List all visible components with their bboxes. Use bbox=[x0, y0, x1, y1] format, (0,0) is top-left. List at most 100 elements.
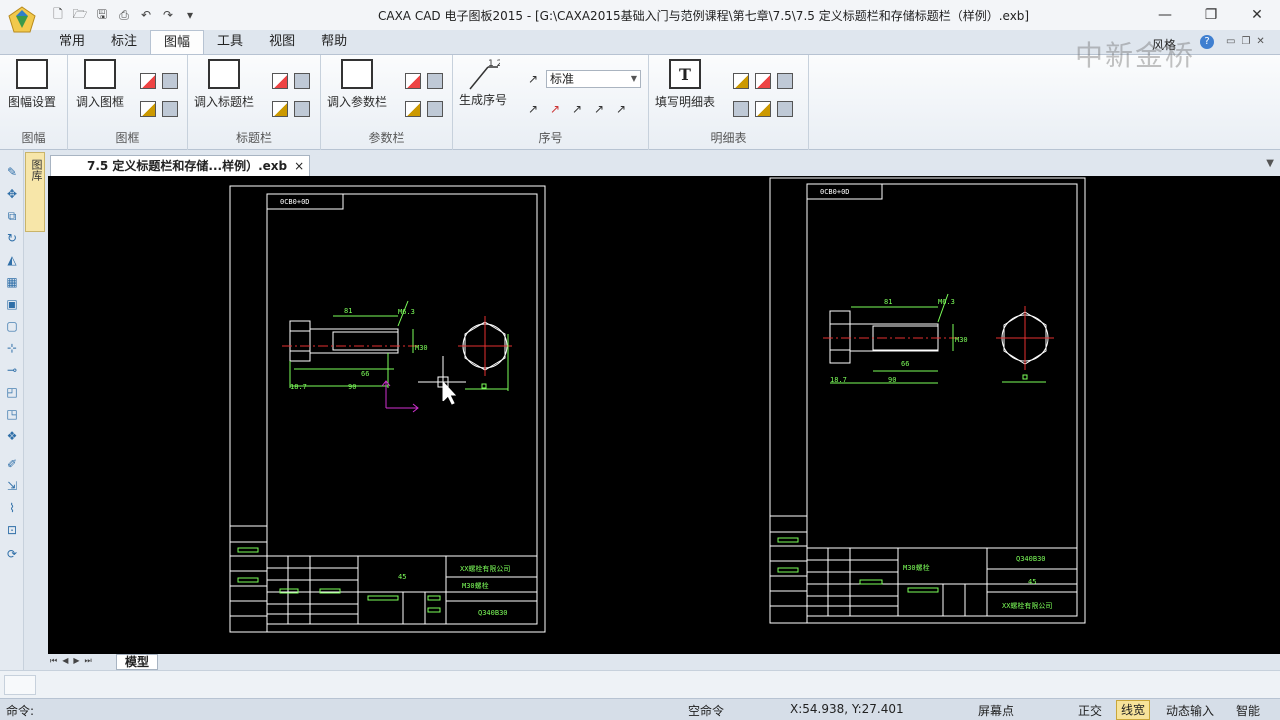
mdi-close-icon[interactable]: ✕ bbox=[1256, 36, 1264, 47]
chamfer-icon[interactable]: ◳ bbox=[4, 406, 20, 422]
properties-icon[interactable]: ✐ bbox=[4, 456, 20, 472]
close-tab-icon[interactable]: × bbox=[294, 156, 304, 176]
balloon-insert-icon[interactable]: ↗ bbox=[525, 101, 541, 117]
edit-titleblock-icon[interactable] bbox=[272, 73, 288, 89]
caxa-cad-window: 🗋 🗁 🖫 ⎙ ↶ ↷ ▾ CAXA CAD 电子图板2015 - [G:\CA… bbox=[0, 0, 1280, 720]
tab-help[interactable]: 帮助 bbox=[308, 30, 360, 54]
mirror-icon[interactable]: ◭ bbox=[4, 252, 20, 268]
balloon-delete-icon[interactable]: ↗ bbox=[547, 101, 563, 117]
snap-mode[interactable]: 屏幕点 bbox=[978, 702, 1014, 719]
right-dim-90: 90 bbox=[888, 376, 896, 384]
save-params-icon[interactable] bbox=[427, 101, 443, 117]
dynamic-input-toggle[interactable]: 动态输入 bbox=[1166, 702, 1214, 719]
fill-params-icon[interactable] bbox=[427, 73, 443, 89]
array-icon[interactable]: ▦ bbox=[4, 274, 20, 290]
bom-insert-icon[interactable] bbox=[733, 101, 749, 117]
edit-border-icon[interactable] bbox=[140, 73, 156, 89]
balloon-style-select[interactable]: 标准 ▼ bbox=[546, 70, 641, 88]
mdi-controls: ▭ ❐ ✕ bbox=[1226, 36, 1265, 47]
mdi-restore-icon[interactable]: ❐ bbox=[1241, 36, 1250, 47]
current-command: 空命令 bbox=[688, 704, 725, 718]
frame-settings-button[interactable]: 图幅设置 bbox=[8, 59, 56, 110]
right-code-tag: 0CB0+0D bbox=[820, 188, 850, 196]
bom-style-icon[interactable] bbox=[755, 101, 771, 117]
define-titleblock-icon[interactable] bbox=[272, 101, 288, 117]
fill-bom-button[interactable]: T 填写明细表 bbox=[655, 59, 715, 110]
linewidth-toggle[interactable]: 线宽 bbox=[1116, 700, 1151, 720]
trim-icon[interactable]: ⊹ bbox=[4, 340, 20, 356]
right-company: XX螺栓有限公司 bbox=[1002, 601, 1052, 610]
copy-icon[interactable]: ⧉ bbox=[4, 208, 20, 224]
bom-delete-icon[interactable] bbox=[733, 73, 749, 89]
tab-view[interactable]: 视图 bbox=[256, 30, 308, 54]
ortho-toggle[interactable]: 正交 bbox=[1078, 702, 1102, 719]
group-bom: T 填写明细表 明细表 bbox=[649, 55, 809, 150]
extend-icon[interactable]: ⊸ bbox=[4, 362, 20, 378]
rotate-icon[interactable]: ↻ bbox=[4, 230, 20, 246]
fill-border-icon[interactable] bbox=[162, 101, 178, 117]
generate-balloon-button[interactable]: 1 2 生成序号 bbox=[459, 59, 507, 108]
chevron-down-icon: ▼ bbox=[630, 74, 637, 83]
close-button[interactable]: ✕ bbox=[1234, 0, 1280, 30]
tab-tools[interactable]: 工具 bbox=[204, 30, 256, 54]
load-params-button[interactable]: 调入参数栏 bbox=[327, 59, 387, 110]
app-logo-icon[interactable] bbox=[6, 4, 38, 36]
define-params-icon[interactable] bbox=[405, 101, 421, 117]
ribbon-tabs: 常用 标注 图幅 工具 视图 帮助 bbox=[46, 30, 360, 54]
command-prompt: 命令: bbox=[6, 704, 35, 718]
scale-icon[interactable]: ▣ bbox=[4, 296, 20, 312]
save-border-icon[interactable] bbox=[162, 73, 178, 89]
pencil-icon[interactable]: ✎ bbox=[4, 164, 20, 180]
bom-header-icon[interactable] bbox=[755, 73, 771, 89]
explode-icon[interactable]: ❖ bbox=[4, 428, 20, 444]
document-list-icon[interactable]: ▼ bbox=[1266, 158, 1274, 169]
define-border-icon[interactable] bbox=[140, 101, 156, 117]
balloon-edit-icon[interactable]: ↗ bbox=[591, 101, 607, 117]
help-icon[interactable]: ? bbox=[1200, 35, 1214, 49]
undo-icon[interactable]: ↶ bbox=[138, 7, 154, 23]
document-tab[interactable]: 7.5 定义标题栏和存储...样例）.exb × bbox=[50, 155, 311, 176]
break-icon[interactable]: ⌇ bbox=[4, 500, 20, 516]
drawing-canvas[interactable]: 0CB0+0D 81 M6.3 66 18.7 90 M30 XX螺栓有限公司 … bbox=[48, 176, 1280, 654]
tab-sheet[interactable]: 图幅 bbox=[150, 30, 205, 54]
redo-icon[interactable]: ↷ bbox=[160, 7, 176, 23]
fillet-icon[interactable]: ◰ bbox=[4, 384, 20, 400]
print-icon[interactable]: ⎙ bbox=[116, 7, 132, 23]
bom-move-icon[interactable] bbox=[777, 73, 793, 89]
load-border-button[interactable]: 调入图框 bbox=[76, 59, 124, 110]
left-dim-m30: M30 bbox=[415, 344, 428, 352]
style-menu[interactable]: 风格 bbox=[1152, 36, 1176, 53]
open-file-icon[interactable]: 🗁 bbox=[72, 7, 88, 23]
library-side-tab[interactable]: 图库 bbox=[25, 152, 45, 232]
rotate-view-icon[interactable]: ⟳ bbox=[4, 546, 20, 562]
bom-output-icon[interactable] bbox=[777, 101, 793, 117]
move-icon[interactable]: ✥ bbox=[4, 186, 20, 202]
fill-titleblock-icon[interactable] bbox=[294, 73, 310, 89]
mdi-minimize-icon[interactable]: ▭ bbox=[1226, 36, 1235, 47]
sheet-tab-bar: ⏮◀▶⏭ 模型 bbox=[46, 654, 1280, 670]
left-dim-66: 66 bbox=[361, 370, 369, 378]
sheet-navigation-icons[interactable]: ⏮◀▶⏭ bbox=[50, 656, 97, 666]
model-tab[interactable]: 模型 bbox=[116, 654, 159, 670]
balloon-swap-icon[interactable]: ↗ bbox=[569, 101, 585, 117]
balloon-align-icon[interactable]: ↗ bbox=[613, 101, 629, 117]
smart-snap-toggle[interactable]: 智能 bbox=[1236, 702, 1260, 719]
stretch-icon[interactable]: ⇲ bbox=[4, 478, 20, 494]
load-titleblock-button[interactable]: 调入标题栏 bbox=[194, 59, 254, 110]
save-icon[interactable]: 🖫 bbox=[94, 7, 110, 23]
minimize-button[interactable]: — bbox=[1142, 0, 1188, 30]
tab-annotate[interactable]: 标注 bbox=[98, 30, 150, 54]
restore-button[interactable]: ❐ bbox=[1188, 0, 1234, 30]
balloon-style-icon[interactable]: ↗ bbox=[525, 71, 541, 87]
command-window-handle[interactable] bbox=[4, 675, 36, 695]
save-titleblock-icon[interactable] bbox=[294, 101, 310, 117]
tab-common[interactable]: 常用 bbox=[46, 30, 98, 54]
status-bar: 命令: 空命令 X:54.938, Y:27.401 屏幕点 正交 线宽 动态输… bbox=[0, 698, 1280, 720]
rectangle-icon[interactable]: ▢ bbox=[4, 318, 20, 334]
customize-qat-icon[interactable]: ▾ bbox=[182, 7, 198, 23]
edit-params-icon[interactable] bbox=[405, 73, 421, 89]
offset-icon[interactable]: ⊡ bbox=[4, 522, 20, 538]
new-file-icon[interactable]: 🗋 bbox=[50, 7, 66, 23]
right-part-name: M30螺栓 bbox=[903, 563, 930, 572]
right-dim-187: 18.7 bbox=[830, 376, 847, 384]
